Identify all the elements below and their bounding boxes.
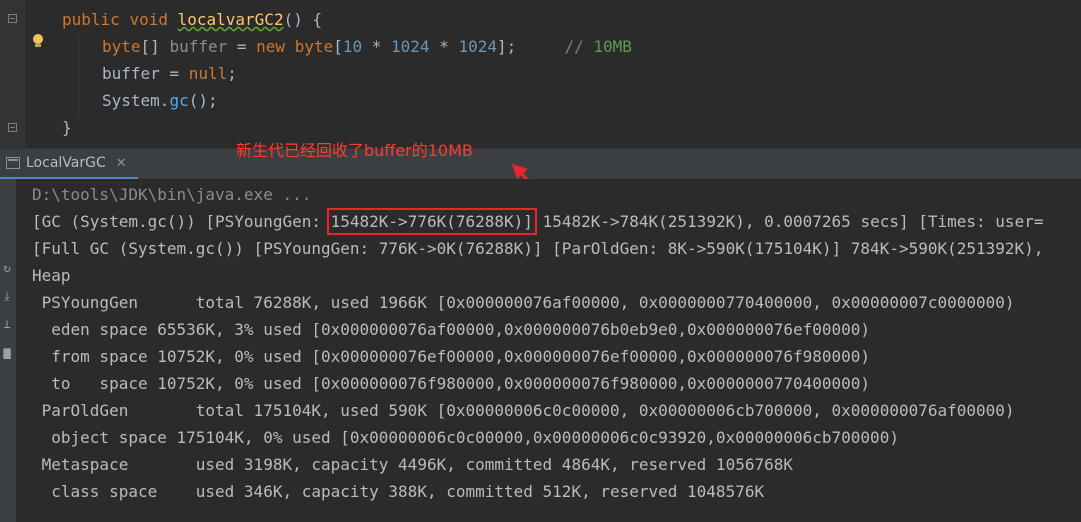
code-line-1: public void localvarGC2() { bbox=[62, 6, 322, 33]
code-text: ; bbox=[227, 64, 237, 83]
console-line-eden: eden space 65536K, 3% used [0x000000076a… bbox=[32, 320, 871, 339]
code-line-4: System.gc(); bbox=[102, 87, 218, 114]
method-name: localvarGC2 bbox=[177, 10, 284, 29]
keyword: byte bbox=[102, 37, 141, 56]
highlighted-gc-result: 15482K->776K(76288K)] bbox=[326, 208, 537, 235]
code-text: . bbox=[159, 91, 170, 110]
code-text: () { bbox=[283, 10, 323, 29]
console-output[interactable]: ↻ ⤓ ⊥ ▆ D:\tools\JDK\bin\java.exe ... [G… bbox=[0, 179, 1081, 522]
console-icon bbox=[6, 157, 20, 169]
code-text: ]; bbox=[497, 37, 517, 56]
fold-marker-icon[interactable] bbox=[8, 14, 17, 23]
console-line-class-space: class space used 346K, capacity 388K, co… bbox=[32, 482, 765, 501]
console-line-command: D:\tools\JDK\bin\java.exe ... bbox=[32, 185, 312, 204]
code-text: * bbox=[429, 37, 459, 56]
code-text: * bbox=[362, 37, 392, 56]
code-text: [] bbox=[140, 37, 170, 56]
close-icon[interactable]: ✕ bbox=[116, 156, 127, 171]
editor-gutter bbox=[0, 0, 26, 148]
code-text: = bbox=[227, 37, 257, 56]
console-line-from: from space 10752K, 0% used [0x000000076e… bbox=[32, 347, 871, 366]
rerun-icon[interactable]: ↻ bbox=[1, 261, 13, 275]
code-text: } bbox=[62, 118, 72, 137]
code-editor[interactable]: public void localvarGC2() { byte[] buffe… bbox=[0, 0, 1081, 148]
code-text: = bbox=[159, 64, 189, 83]
number: 1024 bbox=[458, 37, 497, 56]
comment: // 10MB bbox=[564, 37, 632, 56]
keyword: void bbox=[129, 10, 168, 29]
method-call: gc bbox=[169, 91, 189, 110]
code-line-5: } bbox=[62, 114, 72, 141]
code-line-2: byte[] buffer = new byte[10 * 1024 * 102… bbox=[102, 33, 632, 60]
trash-icon[interactable]: ▆ bbox=[1, 345, 13, 359]
scroll-to-end-icon[interactable]: ⤓ bbox=[1, 289, 13, 303]
console-text: 15482K->784K(251392K), 0.0007265 secs] [… bbox=[532, 212, 1044, 231]
code-line-3: buffer = null; bbox=[102, 60, 237, 87]
code-text: (); bbox=[188, 91, 218, 110]
indent-guide bbox=[78, 34, 79, 116]
console-toolbar: ↻ ⤓ ⊥ ▆ bbox=[0, 179, 16, 522]
console-line-psyounggen: PSYoungGen total 76288K, used 1966K [0x0… bbox=[32, 293, 1015, 312]
lightbulb-icon[interactable] bbox=[32, 34, 44, 48]
variable: buffer bbox=[102, 64, 160, 83]
code-text: [ bbox=[333, 37, 343, 56]
console-line-paroldgen: ParOldGen total 175104K, used 590K [0x00… bbox=[32, 401, 1015, 420]
number: 10 bbox=[342, 37, 363, 56]
keyword: byte bbox=[294, 37, 334, 56]
console-line-gc: [GC (System.gc()) [PSYoungGen: 15482K->7… bbox=[32, 208, 1043, 235]
tab-label: LocalVarGC bbox=[26, 155, 106, 171]
number: 1024 bbox=[391, 37, 430, 56]
keyword: public bbox=[62, 10, 120, 29]
console-text: [GC (System.gc()) [PSYoungGen: bbox=[32, 212, 331, 231]
class-name: System bbox=[102, 91, 160, 110]
fold-marker-icon[interactable] bbox=[8, 123, 17, 132]
console-line-full-gc: [Full GC (System.gc()) [PSYoungGen: 776K… bbox=[32, 239, 1044, 258]
variable: buffer bbox=[169, 37, 228, 56]
tab-localvargc[interactable]: LocalVarGC ✕ bbox=[0, 149, 138, 180]
console-line-object-space: object space 175104K, 0% used [0x0000000… bbox=[32, 428, 899, 447]
pin-icon[interactable]: ⊥ bbox=[1, 317, 13, 331]
keyword: new bbox=[256, 37, 286, 56]
console-line-heap: Heap bbox=[32, 266, 71, 285]
keyword: null bbox=[188, 64, 228, 83]
console-line-to: to space 10752K, 0% used [0x000000076f98… bbox=[32, 374, 871, 393]
console-line-metaspace: Metaspace used 3198K, capacity 4496K, co… bbox=[32, 455, 793, 474]
annotation-text: 新生代已经回收了buffer的10MB bbox=[236, 141, 473, 160]
